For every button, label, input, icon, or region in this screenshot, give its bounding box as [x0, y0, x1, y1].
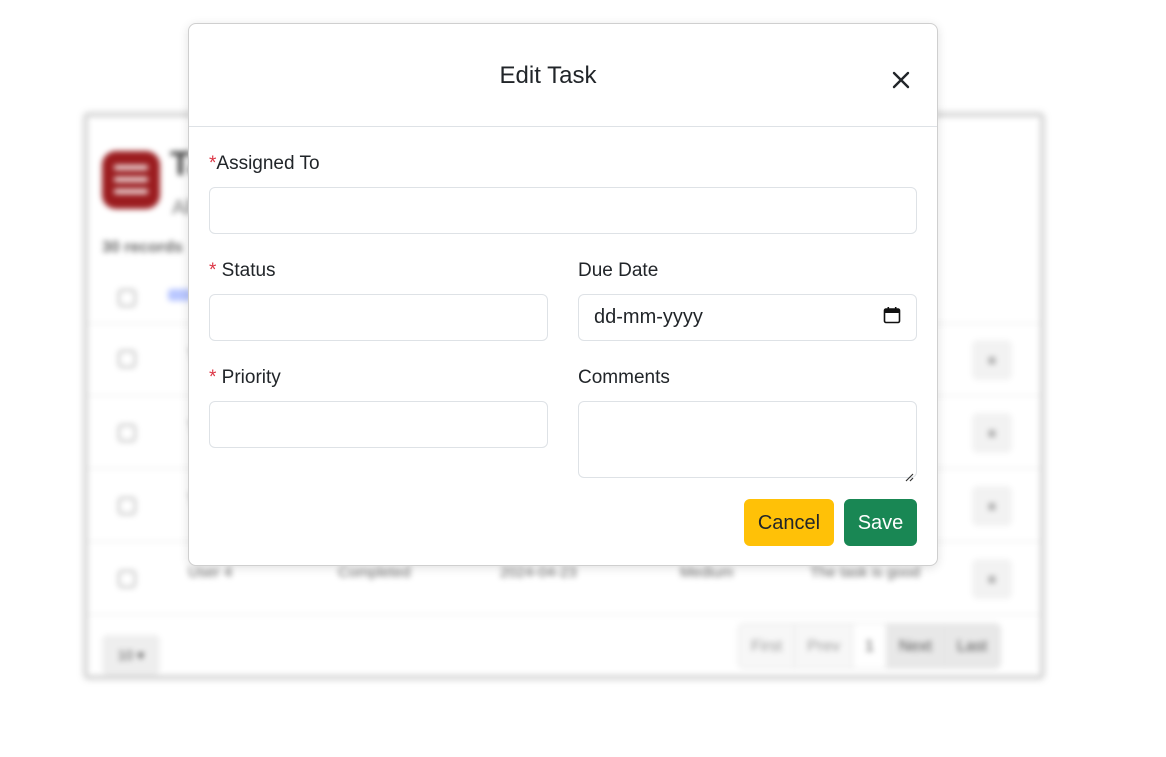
- due-date-label: Due Date: [578, 260, 659, 281]
- row-cell: The task is good: [810, 564, 921, 581]
- row-action-button[interactable]: ≡: [972, 486, 1012, 526]
- table-divider: [88, 614, 1040, 615]
- row-cell: 2024-04-23: [500, 564, 577, 581]
- modal-title: Edit Task: [499, 62, 597, 89]
- row-checkbox[interactable]: [118, 424, 136, 442]
- row-action-button[interactable]: ≡: [972, 340, 1012, 380]
- row-action-button[interactable]: ≡: [972, 413, 1012, 453]
- pagination: First Prev 1 Next Last: [738, 623, 1002, 669]
- comments-label: Comments: [578, 367, 670, 388]
- row-action-button[interactable]: ≡: [972, 559, 1012, 599]
- records-count: 30 records: [102, 239, 183, 256]
- edit-task-modal: Edit Task *Assigned To * Status Due Date…: [188, 23, 938, 566]
- pager-first-button[interactable]: First: [739, 624, 796, 668]
- priority-label: * Priority: [209, 367, 281, 388]
- due-date-placeholder: dd-mm-yyyy: [594, 306, 703, 328]
- pager-prev-button[interactable]: Prev: [795, 624, 854, 668]
- cancel-button[interactable]: Cancel: [744, 499, 834, 546]
- row-cell: Medium: [680, 564, 734, 581]
- assigned-to-label: *Assigned To: [209, 153, 320, 174]
- close-icon[interactable]: [889, 68, 913, 92]
- select-all-checkbox[interactable]: [118, 289, 136, 307]
- app-logo-icon: [102, 151, 160, 209]
- priority-input[interactable]: [209, 401, 548, 448]
- modal-header: Edit Task: [189, 24, 937, 127]
- status-input[interactable]: [209, 294, 548, 341]
- row-cell: User 4: [188, 564, 233, 581]
- pager-next-button[interactable]: Next: [886, 624, 945, 668]
- pager-last-button[interactable]: Last: [944, 624, 1001, 668]
- pager-current-page[interactable]: 1: [853, 624, 887, 668]
- page-size-select[interactable]: 10 ▾: [102, 635, 160, 675]
- resize-grip-icon[interactable]: [904, 465, 914, 482]
- row-checkbox[interactable]: [118, 350, 136, 368]
- save-button[interactable]: Save: [844, 499, 917, 546]
- calendar-icon[interactable]: [883, 306, 901, 330]
- comments-textarea[interactable]: [578, 401, 917, 482]
- row-checkbox[interactable]: [118, 497, 136, 515]
- row-cell: Completed: [338, 564, 411, 581]
- row-checkbox[interactable]: [118, 570, 136, 588]
- status-label: * Status: [209, 260, 276, 281]
- assigned-to-input[interactable]: [209, 187, 917, 234]
- due-date-input[interactable]: dd-mm-yyyy: [578, 294, 917, 341]
